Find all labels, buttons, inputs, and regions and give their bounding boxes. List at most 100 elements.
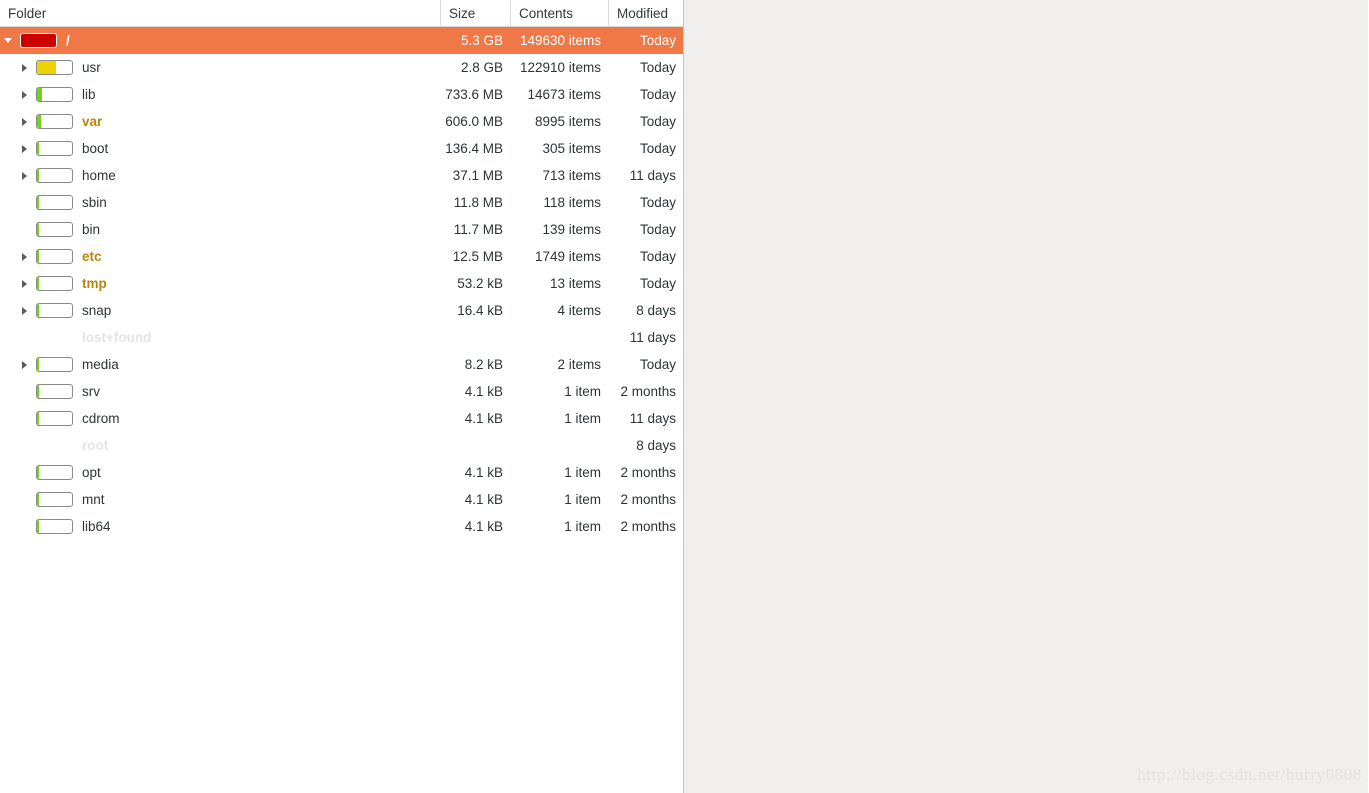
size-gauge-fill [37,196,40,209]
chevron-right-icon[interactable] [16,81,36,108]
folder-name-label: opt [82,465,101,480]
folder-name-label: lib [82,87,96,102]
folder-name-cell: lib64 [0,513,440,540]
size-gauge-icon [36,222,73,237]
folder-size-cell: 4.1 kB [464,519,503,534]
chevron-right-icon[interactable] [16,108,36,135]
size-gauge-fill [37,277,40,290]
folder-modified-cell: Today [639,249,676,264]
folder-size-cell: 11.7 MB [453,222,503,237]
sunburst-chart[interactable] [684,0,1368,793]
size-gauge-fill [37,358,40,371]
folder-row[interactable]: snap 16.4 kB 4 items 8 days [0,297,683,324]
folder-row[interactable]: srv 4.1 kB 1 item 2 months [0,378,683,405]
folder-modified-cell: 11 days [629,411,676,426]
folder-row[interactable]: sbin 11.8 MB 118 items Today [0,189,683,216]
folder-size-cell: 5.3 GB [460,33,503,48]
size-gauge-icon [36,60,73,75]
folder-name-label: lib64 [82,519,111,534]
chevron-right-icon[interactable] [16,270,36,297]
folder-contents-cell: 1749 items [534,249,601,264]
size-gauge-icon [36,249,73,264]
folder-row[interactable]: boot 136.4 MB 305 items Today [0,135,683,162]
folder-name-label: lost+found [82,330,152,345]
chevron-right-icon[interactable] [16,351,36,378]
folder-name-label: root [82,438,109,453]
size-gauge-fill [37,223,40,236]
folder-row[interactable]: lib64 4.1 kB 1 item 2 months [0,513,683,540]
folder-row[interactable]: mnt 4.1 kB 1 item 2 months [0,486,683,513]
folder-contents-cell: 1 item [564,465,601,480]
size-gauge-icon [36,465,73,480]
folder-contents-cell: 118 items [543,195,601,210]
folder-row[interactable]: media 8.2 kB 2 items Today [0,351,683,378]
expander-placeholder [16,378,36,405]
size-gauge-fill [37,520,40,533]
folder-row[interactable]: lib 733.6 MB 14673 items Today [0,81,683,108]
chevron-right-icon[interactable] [16,162,36,189]
sunburst-chart-panel[interactable]: 5.3 GB http://blog.csdn.net/hurry0808 [684,0,1368,793]
folder-modified-cell: 2 months [620,384,676,399]
folder-name-cell: boot [0,135,440,162]
folder-name-cell: mnt [0,486,440,513]
size-gauge-icon [20,33,57,48]
size-gauge-icon [36,87,73,102]
folder-contents-cell: 305 items [542,141,601,156]
folder-modified-cell: Today [639,357,676,372]
folder-name-label: usr [82,60,101,75]
size-gauge-fill [37,115,41,128]
folder-row[interactable]: cdrom 4.1 kB 1 item 11 days [0,405,683,432]
size-gauge-icon [36,276,73,291]
chevron-down-icon[interactable] [0,27,20,54]
folder-contents-cell: 14673 items [527,87,601,102]
expander-placeholder [16,405,36,432]
size-gauge-icon [36,141,73,156]
folder-size-cell: 8.2 kB [464,357,503,372]
folder-modified-cell: Today [639,87,676,102]
folder-row[interactable]: lost+found 11 days [0,324,683,351]
folder-modified-cell: 8 days [636,303,676,318]
folder-modified-cell: Today [639,60,676,75]
folder-modified-cell: 2 months [620,519,676,534]
folder-row[interactable]: bin 11.7 MB 139 items Today [0,216,683,243]
folder-row[interactable]: root 8 days [0,432,683,459]
column-header-contents[interactable]: Contents [510,0,608,27]
folder-contents-cell: 122910 items [519,60,601,75]
folder-list-panel: Folder Size Contents Modified / 5.3 GB 149… [0,0,684,793]
expander-placeholder [16,486,36,513]
folder-row[interactable]: usr 2.8 GB 122910 items Today [0,54,683,81]
folder-row[interactable]: etc 12.5 MB 1749 items Today [0,243,683,270]
chevron-right-icon[interactable] [16,54,36,81]
folder-row[interactable]: / 5.3 GB 149630 items Today [0,27,683,54]
expander-placeholder [16,189,36,216]
folder-row[interactable]: opt 4.1 kB 1 item 2 months [0,459,683,486]
folder-name-cell: bin [0,216,440,243]
folder-name-cell: lost+found [0,324,440,351]
folder-contents-cell: 8995 items [534,114,601,129]
folder-row[interactable]: tmp 53.2 kB 13 items Today [0,270,683,297]
column-header-folder[interactable]: Folder [0,0,440,27]
folder-size-cell: 12.5 MB [452,249,503,264]
folder-name-label: mnt [82,492,105,507]
size-gauge-fill [21,34,56,47]
chevron-right-icon[interactable] [16,297,36,324]
folder-contents-cell: 13 items [549,276,601,291]
folder-name-label: srv [82,384,100,399]
folder-size-cell: 4.1 kB [464,384,503,399]
size-gauge-placeholder [36,330,73,345]
column-header-size[interactable]: Size [440,0,510,27]
folder-row[interactable]: home 37.1 MB 713 items 11 days [0,162,683,189]
folder-name-cell: snap [0,297,440,324]
folder-row[interactable]: var 606.0 MB 8995 items Today [0,108,683,135]
disk-usage-analyzer-window: Folder Size Contents Modified / 5.3 GB 149… [0,0,1369,793]
folder-rows: / 5.3 GB 149630 items Today usr 2.8 GB 122910 … [0,27,683,540]
folder-modified-cell: Today [639,222,676,237]
folder-size-cell: 733.6 MB [445,87,503,102]
folder-name-cell: root [0,432,440,459]
chevron-right-icon[interactable] [16,243,36,270]
folder-name-cell: srv [0,378,440,405]
column-header-modified[interactable]: Modified [608,0,683,27]
folder-name-label: tmp [82,276,107,291]
folder-modified-cell: Today [639,141,676,156]
chevron-right-icon[interactable] [16,135,36,162]
